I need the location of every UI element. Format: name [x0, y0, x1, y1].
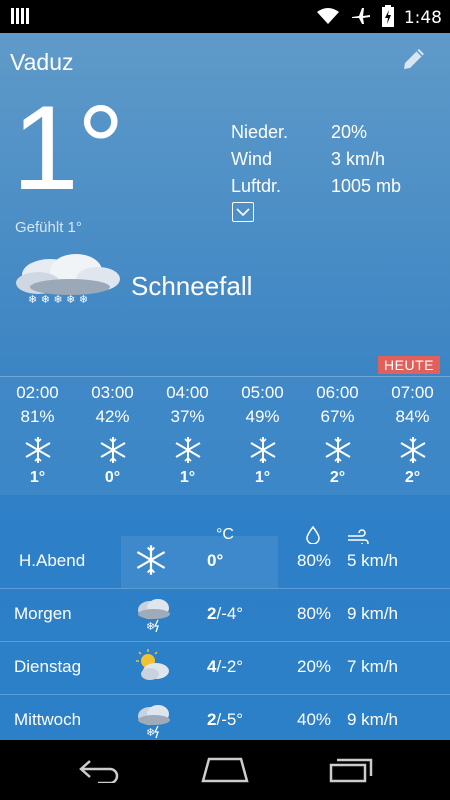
detail-label: Nieder.	[231, 122, 289, 142]
svg-text:❄ ❄ ❄ ❄ ❄: ❄ ❄ ❄ ❄ ❄	[28, 293, 88, 306]
snow-cloud-large-icon: ❄ ❄ ❄ ❄ ❄	[10, 249, 128, 315]
hour-time: 05:00	[241, 383, 284, 402]
wifi-icon	[316, 7, 340, 29]
hourly-forecast[interactable]: 02:00 81% 1° 03:00 42% 0° 04:00 37% 1° 0…	[0, 376, 450, 495]
snow-cloud-icon: ❄	[134, 700, 174, 740]
home-icon	[201, 757, 249, 783]
day-wind: 5 km/h	[347, 551, 399, 570]
daily-row[interactable]: H.Abend 0° 80% 5 km/h	[0, 536, 450, 589]
hourly-item[interactable]: 04:00 37% 1°	[150, 377, 225, 495]
snowflake-icon	[300, 431, 375, 469]
hour-temp: 1°	[29, 469, 46, 486]
hourly-item[interactable]: 05:00 49% 1°	[225, 377, 300, 495]
hour-precip: 42%	[95, 407, 130, 426]
detail-label: Wind	[231, 149, 273, 169]
hourly-item[interactable]: 07:00 84% 2°	[375, 377, 450, 495]
navigation-bar	[0, 740, 450, 800]
hour-temp: 1°	[254, 469, 271, 486]
snowflake-icon	[0, 431, 75, 469]
expand-details-button[interactable]	[232, 202, 254, 222]
day-wind: 9 km/h	[347, 604, 399, 623]
hour-temp: 2°	[404, 469, 421, 486]
city-name[interactable]: Vaduz	[10, 49, 74, 76]
day-name: Mittwoch	[14, 710, 82, 729]
hour-precip: 81%	[20, 407, 55, 426]
daily-row[interactable]: Morgen ❄ 2/-4° 80% 9 km/h	[0, 589, 450, 642]
status-bar: 1:48	[0, 0, 450, 33]
daily-row[interactable]: Dienstag 4/-2° 20% 7 km/h	[0, 642, 450, 695]
day-wind: 7 km/h	[347, 657, 399, 676]
day-temp: 2/-4°	[207, 604, 243, 624]
detail-value: 3 km/h	[331, 149, 386, 169]
edit-pencil-icon[interactable]	[400, 45, 428, 77]
battery-charging-icon	[381, 5, 394, 31]
day-temp: 2/-5°	[207, 710, 243, 730]
clock: 1:48	[403, 8, 442, 28]
day-precip: 40%	[297, 710, 332, 729]
hourly-item[interactable]: 03:00 42% 0°	[75, 377, 150, 495]
hour-time: 07:00	[391, 383, 434, 402]
hour-precip: 84%	[395, 407, 430, 426]
detail-row-wind: Wind 3 km/h	[231, 146, 401, 173]
back-button[interactable]	[78, 757, 122, 787]
hour-precip: 67%	[320, 407, 355, 426]
current-temperature: 1°	[12, 81, 125, 215]
svg-text:❄: ❄	[146, 727, 155, 739]
daily-row[interactable]: Mittwoch ❄ 2/-5° 40% 9 km/h	[0, 695, 450, 740]
snow-cloud-icon: ❄	[134, 594, 174, 634]
hour-temp: 2°	[329, 469, 346, 486]
day-wind: 9 km/h	[347, 710, 399, 729]
today-badge: HEUTE	[378, 356, 440, 374]
condition-text: Schneefall	[131, 271, 253, 301]
detail-row-pressure: Luftdr. 1005 mb	[231, 173, 401, 200]
hourly-item[interactable]: 06:00 67% 2°	[300, 377, 375, 495]
notification-bars-icon	[10, 6, 30, 30]
detail-value: 20%	[331, 122, 368, 142]
recents-icon	[329, 758, 373, 783]
day-temp-low: /-2°	[216, 657, 244, 676]
recents-button[interactable]	[329, 757, 373, 787]
day-name: H.Abend	[19, 551, 86, 570]
snowflake-icon	[225, 431, 300, 469]
sun-cloud-icon	[134, 647, 174, 687]
snowflake-icon	[375, 431, 450, 469]
hour-time: 02:00	[16, 383, 59, 402]
airplane-icon	[350, 6, 372, 30]
current-details: Nieder. 20% Wind 3 km/h Luftdr. 1005 mb	[231, 119, 401, 200]
hour-time: 03:00	[91, 383, 134, 402]
chevron-down-icon	[236, 208, 250, 217]
feels-like: Gefühlt 1°	[15, 219, 82, 236]
day-precip: 80%	[297, 604, 332, 623]
day-temp-low: /-5°	[216, 710, 244, 729]
snowflake-icon	[75, 431, 150, 469]
hour-temp: 1°	[179, 469, 196, 486]
snowflake-icon	[150, 431, 225, 469]
hour-time: 04:00	[166, 383, 209, 402]
day-name: Dienstag	[14, 657, 82, 676]
svg-text:❄: ❄	[146, 621, 155, 633]
hour-precip: 37%	[170, 407, 205, 426]
detail-row-precip: Nieder. 20%	[231, 119, 401, 146]
detail-label: Luftdr.	[231, 176, 282, 196]
day-precip: 20%	[297, 657, 332, 676]
day-precip: 80%	[297, 551, 332, 570]
snowflake-icon	[134, 541, 174, 581]
day-temp-low: /-4°	[216, 604, 244, 623]
hour-time: 06:00	[316, 383, 359, 402]
day-name: Morgen	[14, 604, 72, 623]
day-temp-high: 0°	[207, 551, 224, 570]
weather-app: Vaduz 1° Gefühlt 1° Nieder. 20% Wind 3 k…	[0, 33, 450, 740]
hour-temp: 0°	[104, 469, 121, 486]
detail-value: 1005 mb	[331, 176, 402, 196]
hourly-item[interactable]: 02:00 81% 1°	[0, 377, 75, 495]
home-button[interactable]	[201, 757, 249, 787]
day-temp: 0°	[207, 551, 223, 571]
hour-precip: 49%	[245, 407, 280, 426]
day-temp: 4/-2°	[207, 657, 243, 677]
back-arrow-icon	[79, 760, 119, 785]
